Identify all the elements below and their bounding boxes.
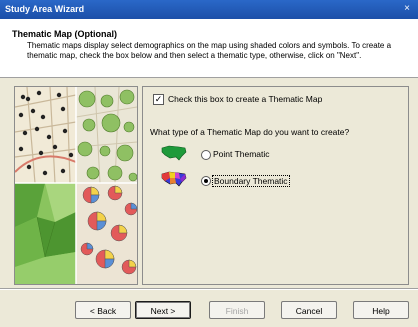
page-title: Thematic Map (Optional) [12, 29, 118, 39]
wizard-header: Thematic Map (Optional) Thematic maps di… [0, 19, 418, 78]
finish-button[interactable]: Finish [209, 301, 265, 319]
options-panel: ✓ Check this box to create a Thematic Ma… [142, 86, 409, 285]
back-button[interactable]: < Back [75, 301, 131, 319]
point-thematic-radio[interactable] [201, 150, 211, 160]
next-button[interactable]: Next > [135, 301, 191, 319]
title-bar: Study Area Wizard × [0, 0, 418, 19]
help-button[interactable]: Help [353, 301, 409, 319]
us-map-green-icon [161, 145, 187, 161]
point-thematic-label[interactable]: Point Thematic [213, 149, 270, 159]
cancel-button[interactable]: Cancel [281, 301, 337, 319]
close-icon[interactable]: × [400, 2, 414, 16]
create-thematic-checkbox[interactable]: ✓ [153, 94, 164, 105]
thematic-map-illustration [14, 86, 138, 285]
footer-separator [0, 288, 418, 290]
create-thematic-label[interactable]: Check this box to create a Thematic Map [168, 94, 322, 104]
us-map-multicolor-icon [161, 171, 187, 187]
boundary-thematic-label[interactable]: Boundary Thematic [212, 175, 290, 187]
window-title: Study Area Wizard [5, 4, 85, 14]
boundary-thematic-radio[interactable] [201, 176, 211, 186]
page-description: Thematic maps display select demographic… [27, 41, 392, 60]
thematic-type-question: What type of a Thematic Map do you want … [150, 127, 350, 137]
radio-selected-dot [204, 179, 208, 183]
